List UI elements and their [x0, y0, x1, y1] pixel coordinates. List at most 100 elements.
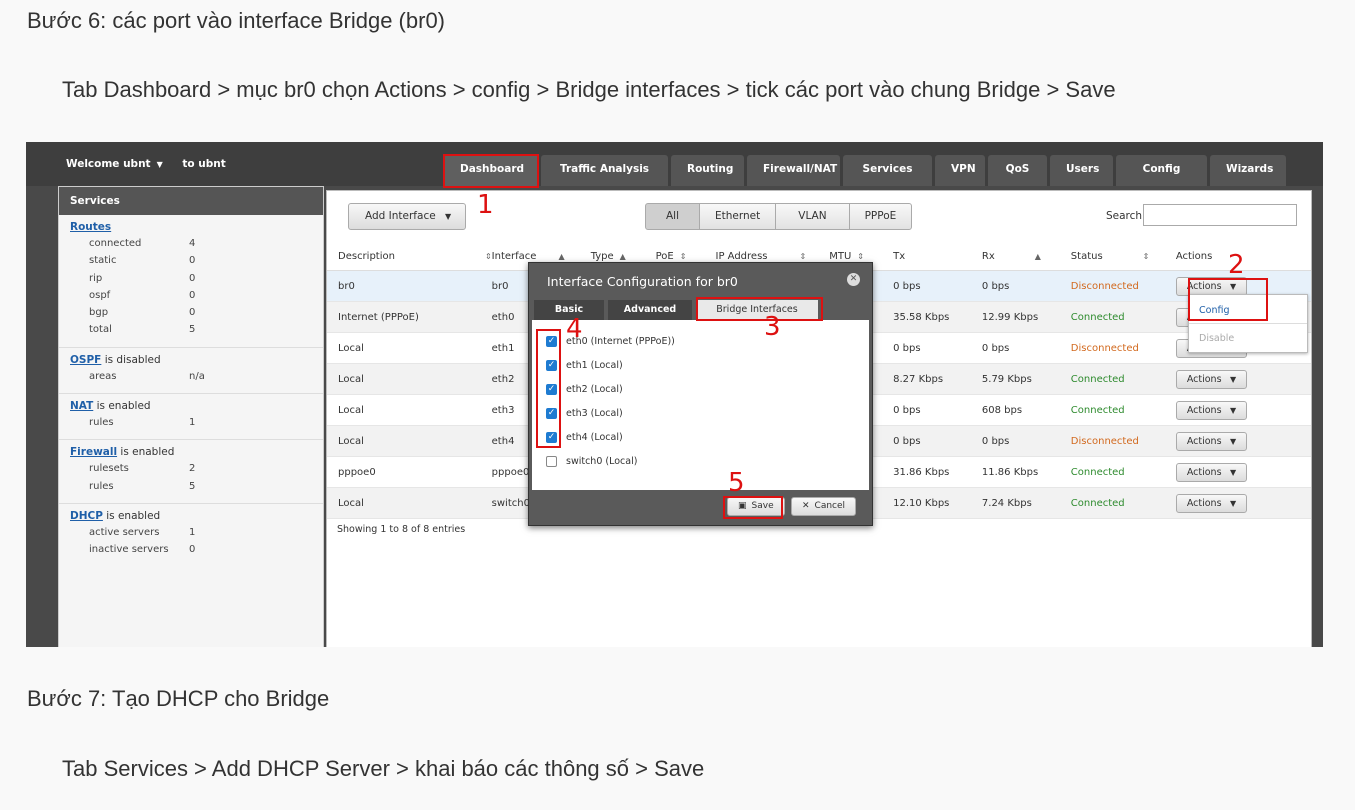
dialog-footer: ▣ Save ✕ Cancel	[529, 490, 872, 525]
highlight-actions-config	[1188, 278, 1268, 321]
cell-rx: 12.99 Kbps	[981, 301, 1071, 333]
router-ui-screenshot: Welcome ubnt ▼ to ubnt Dashboard Traffic …	[26, 142, 1323, 647]
actions-button[interactable]: Actions ▼	[1175, 369, 1248, 389]
cell-status: Connected	[1070, 363, 1176, 395]
caret-down-icon: ▼	[1227, 405, 1237, 415]
tab-routing[interactable]: Routing	[671, 155, 744, 186]
interface-filter: All Ethernet VLAN PPPoE	[645, 203, 913, 230]
filter-vlan[interactable]: VLAN	[775, 203, 850, 230]
filter-ethernet[interactable]: Ethernet	[699, 203, 777, 230]
route-stat-row: bgp 0	[89, 307, 196, 319]
cell-description: Local	[327, 394, 492, 426]
cell-description: pppoe0	[327, 456, 492, 488]
cell-rx: 5.79 Kbps	[981, 363, 1071, 395]
filter-all[interactable]: All	[645, 203, 701, 230]
step7-instruction: Tab Services > Add DHCP Server > khai bá…	[62, 756, 705, 781]
caret-down-icon: ▼	[1227, 467, 1237, 477]
cell-tx: 12.10 Kbps	[893, 487, 982, 519]
dhcp-link[interactable]: DHCP	[70, 510, 103, 522]
cell-tx: 35.58 Kbps	[893, 301, 982, 333]
firewall-link[interactable]: Firewall	[70, 446, 117, 458]
caret-down-icon: ▼	[1227, 498, 1237, 508]
tab-advanced[interactable]: Advanced	[608, 300, 692, 320]
cell-actions: Actions ▼	[1175, 363, 1311, 395]
col-tx[interactable]: Tx	[893, 243, 982, 271]
routes-link[interactable]: Routes	[70, 221, 111, 233]
cell-rx: 7.24 Kbps	[981, 487, 1071, 519]
close-icon[interactable]: ✕	[847, 273, 860, 286]
cell-rx: 0 bps	[981, 332, 1071, 364]
bridge-port-label: eth4 (Local)	[566, 432, 623, 443]
entries-info: Showing 1 to 8 of 8 entries	[337, 524, 466, 535]
ospf-link[interactable]: OSPF	[70, 354, 101, 366]
cell-status: Connected	[1070, 456, 1176, 488]
firewall-stat-row: rulesets 2	[89, 463, 196, 475]
actions-label: Actions	[1186, 497, 1222, 509]
actions-button[interactable]: Actions ▼	[1175, 462, 1248, 482]
dhcp-stat-row: active servers 1	[89, 526, 196, 538]
actions-button[interactable]: Actions ▼	[1175, 431, 1248, 451]
ospf-section: OSPF is disabled areas n/a	[59, 348, 323, 395]
cell-rx: 11.86 Kbps	[981, 456, 1071, 488]
cell-rx: 0 bps	[981, 425, 1071, 457]
main-tabs: Dashboard Traffic Analysis Routing Firew…	[444, 155, 1286, 204]
caret-down-icon: ▼	[445, 212, 452, 221]
highlight-checkboxes	[536, 329, 561, 448]
search-label: Search	[1106, 210, 1143, 222]
bridge-port-label: switch0 (Local)	[566, 456, 638, 467]
tab-vpn[interactable]: VPN	[935, 155, 985, 186]
cell-actions: Actions ▼	[1175, 394, 1311, 426]
caret-down-icon: ▼	[1227, 374, 1237, 384]
sidebar-title: Services	[59, 187, 323, 215]
firewall-stat-row: rules 5	[89, 480, 196, 492]
cell-description: Internet (PPPoE)	[327, 301, 492, 333]
cell-actions: Actions ▼	[1175, 487, 1311, 519]
tab-qos[interactable]: QoS	[988, 155, 1047, 186]
cell-status: Connected	[1070, 487, 1176, 519]
bridge-port-label: eth2 (Local)	[566, 384, 623, 395]
search-input[interactable]	[1143, 204, 1297, 226]
menu-item-disable[interactable]: Disable	[1199, 333, 1234, 344]
highlight-save-button	[723, 496, 783, 519]
bridge-interfaces-list: ✓ eth0 (Internet (PPPoE)) ✓ eth1 (Local) ✓ et…	[532, 320, 869, 490]
route-stat-row: connected 4	[89, 238, 196, 249]
route-stat-row: ospf 0	[89, 289, 196, 301]
host-label: to ubnt	[182, 158, 226, 170]
welcome-user[interactable]: Welcome ubnt ▼ to ubnt	[66, 158, 226, 170]
col-description[interactable]: Description ⇕	[327, 243, 492, 271]
actions-button[interactable]: Actions ▼	[1175, 400, 1248, 420]
tab-services[interactable]: Services	[843, 155, 932, 186]
cell-rx: 0 bps	[981, 270, 1071, 302]
tab-config-tree[interactable]: Config Tree	[1116, 155, 1207, 204]
cell-tx: 0 bps	[893, 425, 982, 457]
nat-stat-row: rules 1	[89, 417, 196, 429]
cell-description: br0	[327, 270, 492, 302]
cell-tx: 0 bps	[893, 332, 982, 364]
tab-wizards[interactable]: Wizards	[1210, 155, 1286, 186]
col-rx[interactable]: Rx ▲	[981, 243, 1071, 271]
cancel-button[interactable]: ✕ Cancel	[791, 497, 857, 516]
cell-description: Local	[327, 487, 492, 519]
filter-pppoe[interactable]: PPPoE	[848, 203, 913, 230]
cell-status: Connected	[1070, 301, 1176, 333]
step7-heading: Bước 7: Tạo DHCP cho Bridge	[27, 686, 330, 711]
dhcp-stat-row: inactive servers 0	[89, 544, 196, 556]
step6-heading: Bước 6: các port vào interface Bridge (b…	[27, 8, 445, 33]
add-interface-button[interactable]: Add Interface ▼	[348, 203, 467, 230]
actions-label: Actions	[1186, 435, 1222, 447]
tab-traffic-analysis[interactable]: Traffic Analysis	[541, 155, 668, 186]
actions-label: Actions	[1186, 373, 1222, 385]
cell-description: Local	[327, 425, 492, 457]
tab-users[interactable]: Users	[1050, 155, 1113, 186]
tab-firewall-nat[interactable]: Firewall/NAT	[747, 155, 840, 186]
actions-label: Actions	[1186, 404, 1222, 416]
nat-link[interactable]: NAT	[70, 400, 93, 412]
top-bar: Welcome ubnt ▼ to ubnt Dashboard Traffic …	[26, 142, 1323, 204]
col-status[interactable]: Status ⇕	[1070, 243, 1176, 271]
bridge-port-option[interactable]: switch0 (Local)	[546, 456, 637, 467]
annotation-number: 3	[764, 312, 781, 342]
actions-button[interactable]: Actions ▼	[1175, 493, 1248, 513]
highlight-bridge-tab	[696, 297, 823, 321]
annotation-number: 4	[566, 314, 583, 344]
checkbox[interactable]	[546, 456, 557, 467]
